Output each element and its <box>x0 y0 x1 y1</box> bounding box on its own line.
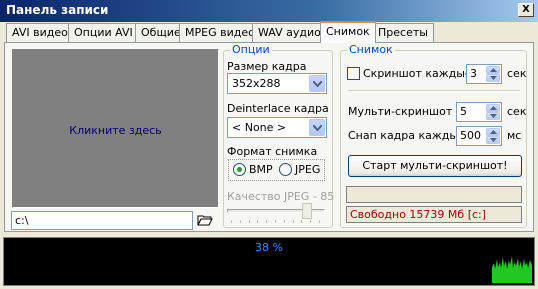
slider-tick <box>301 220 303 223</box>
format-jpeg-radio[interactable] <box>279 163 292 176</box>
screenshot-every-label: Скриншот каждые <box>363 67 472 80</box>
record-panel-window: Панель записи X AVI видео Опции AVI Общи… <box>0 0 538 289</box>
close-button[interactable]: X <box>518 3 534 17</box>
frame-size-select[interactable]: 352x288 <box>227 73 327 94</box>
screenshot-every-unit: сек <box>507 67 527 80</box>
multi-screenshot-value: 5 <box>460 105 467 118</box>
slider-tick <box>275 220 276 223</box>
snapshot-tab-panel: Кликните здесь c:\ Опции Размер кадра 35… <box>4 42 534 232</box>
output-path-field[interactable]: c:\ <box>11 211 193 230</box>
multi-screenshot-spinner[interactable]: 5 <box>456 102 502 122</box>
spin-down-icon[interactable] <box>486 112 500 120</box>
format-bmp-radio[interactable] <box>233 163 246 176</box>
preview-hint: Кликните здесь <box>69 124 162 137</box>
slider-tick <box>231 220 232 223</box>
screenshot-every-value: 3 <box>470 67 477 80</box>
tab-avi-video[interactable]: AVI видео <box>6 23 74 42</box>
slider-tick <box>310 220 312 223</box>
tab-snapshot[interactable]: Снимок <box>320 21 376 43</box>
jpeg-quality-label: Качество JPEG - 85 <box>227 190 335 203</box>
deinterlace-value: < None > <box>232 121 287 134</box>
level-monitor: 38 % <box>3 237 535 286</box>
snap-every-value: 500 <box>460 129 481 142</box>
tab-avi-options[interactable]: Опции AVI <box>68 23 139 42</box>
slider-tick <box>292 220 294 223</box>
progress-bar <box>346 186 522 203</box>
snapshot-legend: Снимок <box>347 43 395 56</box>
chevron-down-icon[interactable] <box>309 119 325 136</box>
format-bmp-label: BMP <box>249 163 273 176</box>
tab-mpeg-video[interactable]: MPEG видео <box>179 23 261 42</box>
spin-up-icon[interactable] <box>486 66 500 74</box>
video-preview[interactable]: Кликните здесь <box>12 49 219 208</box>
start-multi-screenshot-button[interactable]: Старт мульти-скриншот! <box>348 155 522 177</box>
snap-every-spinner[interactable]: 500 <box>456 126 502 146</box>
snap-every-label: Снап кадра каждые <box>348 129 465 142</box>
spin-up-icon[interactable] <box>486 104 500 112</box>
deinterlace-select[interactable]: < None > <box>227 117 327 138</box>
multi-screenshot-label: Мульти-скриншот <box>348 105 453 118</box>
screenshot-every-spinner[interactable]: 3 <box>466 64 502 84</box>
free-space-status: Свободно 15739 Мб [c:] <box>346 206 522 223</box>
slider-tick <box>319 220 320 223</box>
window-title: Панель записи <box>6 3 109 17</box>
title-bar[interactable]: Панель записи X <box>0 0 538 22</box>
snap-every-unit: мс <box>507 129 522 142</box>
frame-size-label: Размер кадра <box>227 60 307 73</box>
monitor-percent: 38 % <box>255 241 283 254</box>
format-label: Формат снимка <box>227 145 318 158</box>
options-legend: Опции <box>230 43 272 56</box>
jpeg-quality-thumb[interactable] <box>301 203 312 219</box>
audio-meter-graph <box>492 256 532 283</box>
slider-tick <box>248 220 250 223</box>
spin-down-icon[interactable] <box>486 74 500 82</box>
spin-down-icon[interactable] <box>486 136 500 144</box>
slider-tick <box>266 220 268 223</box>
chevron-down-icon[interactable] <box>309 75 325 92</box>
screenshot-every-checkbox[interactable] <box>347 67 360 80</box>
spin-up-icon[interactable] <box>486 128 500 136</box>
tab-wav-audio[interactable]: WAV аудио <box>252 23 327 42</box>
divider <box>348 90 520 92</box>
frame-size-value: 352x288 <box>232 77 281 90</box>
slider-tick <box>239 220 241 223</box>
slider-tick <box>257 220 259 223</box>
format-jpeg-label: JPEG <box>295 163 321 176</box>
multi-screenshot-unit: сек <box>507 105 527 118</box>
slider-tick <box>283 220 285 223</box>
folder-open-icon[interactable] <box>197 213 213 227</box>
tab-presets[interactable]: Пресеты <box>372 23 434 42</box>
deinterlace-label: Deinterlace кадра <box>227 102 329 115</box>
